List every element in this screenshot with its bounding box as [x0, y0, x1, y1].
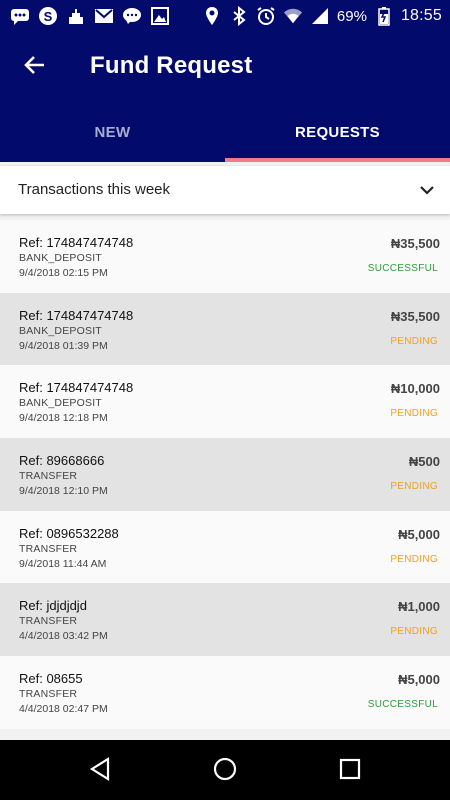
transaction-date: 4/4/2018 03:42 PM: [19, 630, 108, 643]
transaction-date: 9/4/2018 12:18 PM: [19, 412, 108, 425]
transaction-ref: Ref: 89668666: [19, 453, 105, 469]
nav-back-button[interactable]: [87, 756, 113, 786]
transaction-date: 4/4/2018 02:47 PM: [19, 703, 108, 716]
svg-text:S: S: [44, 9, 53, 24]
transaction-status: SUCCESSFUL: [367, 699, 438, 711]
recents-square-icon: [339, 758, 361, 785]
bluetooth-icon: [229, 6, 249, 26]
back-button[interactable]: [18, 50, 52, 84]
page-title: Fund Request: [90, 52, 253, 79]
system-nav-bar: [0, 740, 450, 800]
transaction-date: 9/4/2018 11:44 AM: [19, 557, 107, 570]
transaction-ref: Ref: 0896532288: [19, 525, 119, 541]
transaction-amount: ₦10,000: [390, 381, 440, 397]
tab-new[interactable]: NEW: [0, 102, 225, 162]
nav-home-button[interactable]: [212, 757, 238, 786]
transaction-row[interactable]: Ref: 174847474748 BANK_DEPOSIT 9/4/2018 12…: [0, 365, 450, 439]
transaction-row[interactable]: Ref: 08655 TRANSFER 4/4/2018 02:47 PM ₦5,00…: [0, 656, 450, 729]
transaction-ref: Ref: 174847474748: [19, 307, 134, 323]
back-triangle-icon: [89, 756, 111, 786]
transaction-ref: Ref: jdjdjdjd: [19, 598, 87, 614]
transaction-date: 9/4/2018 01:39 PM: [19, 339, 108, 352]
transaction-type: BANK_DEPOSIT: [19, 324, 102, 337]
transaction-type: TRANSFER: [19, 615, 78, 628]
transaction-status: SUCCESSFUL: [367, 263, 438, 274]
transaction-status: PENDING: [390, 553, 438, 565]
transaction-status: PENDING: [390, 335, 438, 347]
notification-icons: S: [10, 6, 170, 26]
status-bar: S 69% 18:55: [0, 0, 450, 32]
transaction-row[interactable]: Ref: 174847474748 BANK_DEPOSIT 9/4/2018 02…: [0, 220, 450, 293]
transaction-amount: ₦5,000: [398, 526, 440, 542]
transaction-status: PENDING: [390, 481, 438, 493]
transaction-type: BANK_DEPOSIT: [19, 397, 102, 410]
tab-requests[interactable]: REQUESTS: [225, 102, 450, 162]
transaction-type: TRANSFER: [19, 688, 78, 701]
arrow-back-icon: [23, 53, 47, 82]
cake-icon: [66, 6, 86, 26]
chat-icon: [122, 6, 142, 26]
transaction-amount: ₦35,500: [390, 236, 440, 251]
location-icon: [202, 6, 222, 26]
transaction-type: TRANSFER: [19, 470, 78, 483]
period-filter-value: Transactions this week: [18, 181, 171, 198]
image-icon: [150, 6, 170, 26]
home-circle-icon: [213, 757, 237, 786]
period-filter-dropdown[interactable]: Transactions this week: [0, 166, 450, 214]
messages-icon: [10, 6, 30, 26]
transaction-type: TRANSFER: [19, 542, 78, 555]
transaction-date: 9/4/2018 02:15 PM: [19, 267, 108, 279]
transaction-ref: Ref: 174847474748: [19, 380, 134, 396]
wifi-icon: [283, 6, 303, 26]
clock: 18:55: [400, 7, 442, 24]
transaction-amount: ₦500: [408, 454, 440, 470]
system-status: 69% 18:55: [202, 6, 442, 26]
transaction-status: PENDING: [390, 408, 438, 420]
transaction-list: Ref: 174847474748 BANK_DEPOSIT 9/4/2018 02…: [0, 220, 450, 729]
transaction-status: PENDING: [390, 626, 438, 638]
transaction-row[interactable]: Ref: 0896532288 TRANSFER 9/4/2018 11:44 AM…: [0, 510, 450, 584]
skype-icon: S: [38, 6, 58, 26]
nav-recents-button[interactable]: [337, 758, 363, 784]
transaction-amount: ₦5,000: [398, 672, 440, 688]
gmail-icon: [94, 6, 114, 26]
battery-percent: 69%: [336, 7, 367, 25]
transaction-ref: Ref: 08655: [19, 671, 83, 687]
battery-icon: [374, 6, 394, 26]
transaction-amount: ₦35,500: [390, 308, 440, 324]
tab-bar: NEW REQUESTS: [0, 102, 450, 162]
alarm-icon: [256, 6, 276, 26]
transaction-date: 9/4/2018 12:10 PM: [19, 485, 108, 498]
transaction-type: BANK_DEPOSIT: [19, 252, 102, 264]
app-bar: Fund Request: [0, 32, 450, 102]
chevron-down-icon: [416, 179, 438, 201]
transaction-ref: Ref: 174847474748: [19, 235, 134, 250]
transaction-row[interactable]: Ref: 89668666 TRANSFER 9/4/2018 12:10 PM ₦5…: [0, 438, 450, 511]
signal-icon: [310, 6, 330, 26]
transaction-row[interactable]: Ref: jdjdjdjd TRANSFER 4/4/2018 03:42 PM ₦1…: [0, 583, 450, 657]
transaction-row[interactable]: Ref: 174847474748 BANK_DEPOSIT 9/4/2018 01…: [0, 292, 450, 366]
transaction-amount: ₦1,000: [398, 599, 440, 615]
